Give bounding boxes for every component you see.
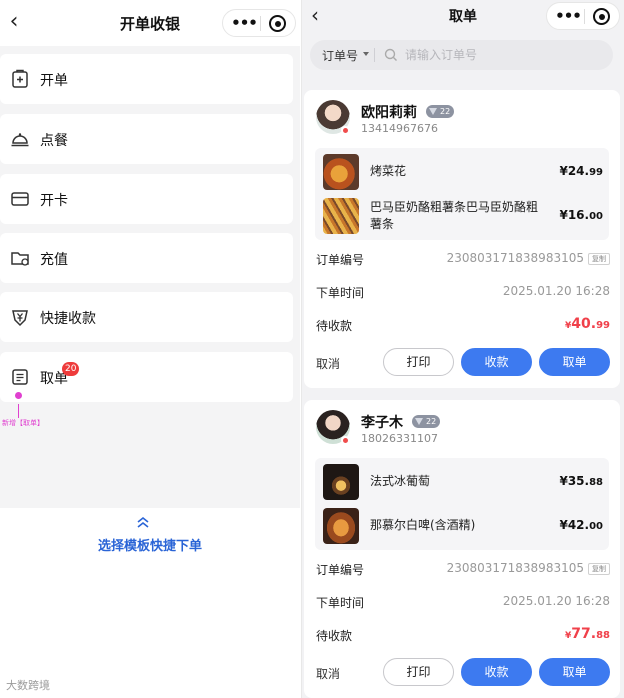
item-name: 烤菜花 [370,164,407,178]
mini-program-capsule: ••• [546,2,620,30]
item-name: 那慕尔白啤(含酒精) [370,518,476,532]
pending-amount: ¥77.88 [565,626,610,642]
menu-item-order-food[interactable]: 点餐 [0,114,293,164]
order-search-bar: 订单号 [310,40,613,70]
collect-button[interactable]: 收款 [461,348,532,376]
pending-amount: ¥40.99 [565,316,610,332]
search-input[interactable] [405,47,595,63]
dish-image [323,508,359,544]
item-price: ¥35.88 [559,474,603,488]
template-area: 选择模板快捷下单 大数跨境 [0,508,300,698]
search-icon [384,48,397,61]
mini-program-capsule: ••• [222,9,296,37]
customer-phone: 18026331107 [361,432,438,445]
annotation-line [18,404,19,418]
order-number-row: 订单编号 230803171838983105 复制 [316,561,610,579]
cancel-button[interactable]: 取消 [316,665,340,682]
close-target-icon[interactable] [269,15,286,32]
order-count-badge: 20 [62,362,80,376]
pickup-tray-icon [12,369,28,385]
item-price: ¥42.00 [559,518,603,532]
order-number: 230803171838983105 [446,251,584,265]
dish-image [323,154,359,190]
item-price: ¥24.99 [559,164,603,178]
order-time-row: 下单时间 2025.01.20 16:28 [316,284,610,300]
member-level-badge: 22 [412,415,441,428]
order-time: 2025.01.20 16:28 [502,594,610,608]
menu-item-recharge[interactable]: 充值 [0,233,293,283]
more-icon[interactable]: ••• [231,12,258,34]
caret-down-icon[interactable] [363,52,369,56]
drink-image [323,464,359,500]
customer-name: 欧阳莉莉 [361,105,417,121]
member-level-badge: 22 [426,105,455,118]
order-number-row: 订单编号 230803171838983105 复制 [316,251,610,269]
gender-dot-icon [341,436,349,444]
print-button[interactable]: 打印 [383,658,454,686]
menu-label: 点餐 [40,133,68,149]
dish-image [323,198,359,234]
take-order-button[interactable]: 取单 [539,658,610,686]
list-item: 巴马臣奶酪粗薯条巴马臣奶酪粗薯条 ¥16.00 [315,198,609,234]
menu-item-open-card[interactable]: 开卡 [0,174,293,224]
item-price: ¥16.00 [559,208,603,222]
order-card: 欧阳莉莉 22 13414967676 烤菜花 ¥24.99 巴马臣奶酪粗薯条巴… [304,90,620,388]
menu-label: 开卡 [40,193,68,209]
recharge-folder-icon [11,252,29,266]
pending-amount-row: 待收款 ¥40.99 [316,316,610,333]
cancel-button[interactable]: 取消 [316,355,340,372]
menu-label: 快捷收款 [40,311,96,327]
order-time-row: 下单时间 2025.01.20 16:28 [316,594,610,610]
customer-name: 李子木 [361,415,403,431]
left-panel: ‹ 开单收银 ••• 开单 点餐 开卡 充值 快捷收款 取单 20 新增【取单】… [0,0,300,698]
card-icon [11,192,29,206]
menu-label: 开单 [40,73,68,89]
watermark: 大数跨境 [6,679,50,692]
plus-document-icon [12,69,28,88]
gender-dot-icon [341,126,349,134]
double-chevron-up-icon [137,516,149,528]
collect-button[interactable]: 收款 [461,658,532,686]
order-actions: 取消 打印 收款 取单 [316,348,610,376]
annotation-label: 新增【取单】 [2,419,44,427]
template-quick-order-link[interactable]: 选择模板快捷下单 [0,535,300,554]
take-order-button[interactable]: 取单 [539,348,610,376]
copy-button[interactable]: 复制 [588,563,610,575]
search-type-select[interactable]: 订单号 [322,47,358,64]
close-target-icon[interactable] [593,8,610,25]
order-card: 李子木 22 18026331107 法式冰葡萄 ¥35.88 那慕尔白啤(含酒… [304,400,620,698]
item-name: 法式冰葡萄 [370,474,431,488]
list-item: 烤菜花 ¥24.99 [315,154,609,190]
menu-item-quick-collect[interactable]: 快捷收款 [0,292,293,342]
print-button[interactable]: 打印 [383,348,454,376]
order-actions: 取消 打印 收款 取单 [316,658,610,686]
more-icon[interactable]: ••• [555,5,582,27]
customer-phone: 13414967676 [361,122,438,135]
right-panel: ‹ 取单 ••• 订单号 欧阳莉莉 22 13414967676 烤菜花 ¥24… [301,0,624,698]
menu-label: 充值 [40,252,68,268]
menu-item-pickup-order[interactable]: 取单 20 [0,352,293,402]
order-number: 230803171838983105 [446,561,584,575]
list-item: 法式冰葡萄 ¥35.88 [315,464,609,500]
item-name: 巴马臣奶酪粗薯条巴马臣奶酪粗薯条 [370,200,539,231]
copy-button[interactable]: 复制 [588,253,610,265]
right-nav-bar: ‹ 取单 ••• [302,0,624,32]
left-nav-bar: ‹ 开单收银 ••• [0,0,300,46]
order-time: 2025.01.20 16:28 [502,284,610,298]
menu-item-open-order[interactable]: 开单 [0,54,293,104]
order-items: 法式冰葡萄 ¥35.88 那慕尔白啤(含酒精) ¥42.00 [315,458,609,550]
order-items: 烤菜花 ¥24.99 巴马臣奶酪粗薯条巴马臣奶酪粗薯条 ¥16.00 [315,148,609,240]
yen-shield-icon [12,310,28,327]
annotation-dot [15,392,22,399]
pending-amount-row: 待收款 ¥77.88 [316,626,610,643]
list-item: 那慕尔白啤(含酒精) ¥42.00 [315,508,609,544]
food-cloche-icon [11,133,29,147]
